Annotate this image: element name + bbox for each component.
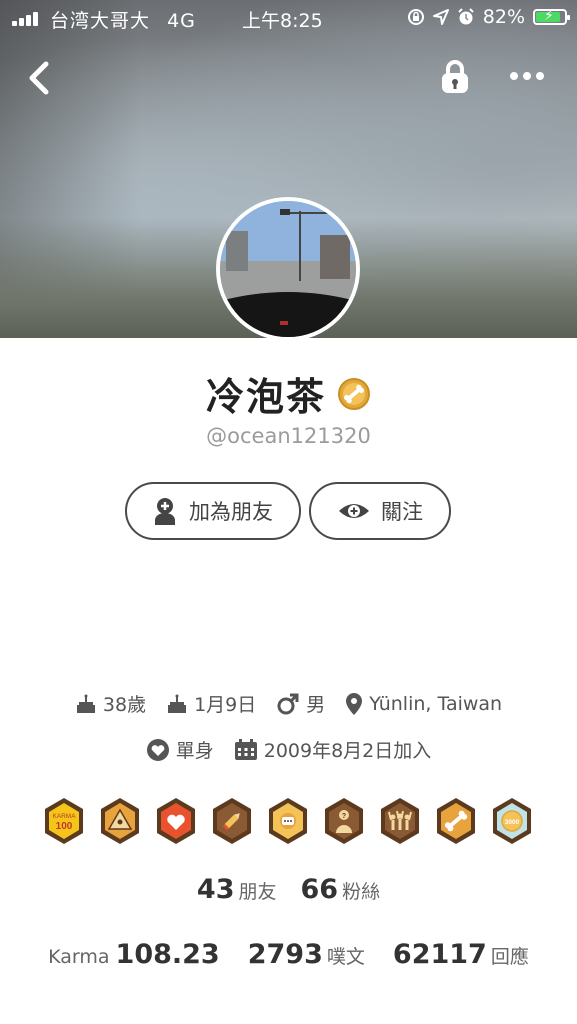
- fans-stat[interactable]: 66 粉絲: [301, 874, 381, 905]
- question-person-badge-icon[interactable]: ?: [323, 797, 365, 845]
- birthday-text: 1月9日: [194, 694, 257, 716]
- badge-list: KARMA 100 ? 3000: [43, 797, 533, 845]
- avatar-street-photo: [220, 201, 356, 337]
- friends-stat[interactable]: 43 朋友: [197, 874, 277, 905]
- replies-stat[interactable]: 62117 回應: [393, 939, 529, 970]
- carrier-text: 台湾大哥大: [50, 10, 151, 32]
- friends-count: 43: [196, 874, 235, 905]
- birthday-item: 1月9日: [166, 690, 256, 717]
- gender-text: 男: [306, 694, 326, 716]
- bone-badge-icon[interactable]: [435, 797, 477, 845]
- posts-label: 噗文: [326, 946, 365, 968]
- joined-item: 2009年8月2日加入: [234, 736, 432, 763]
- relationship-item: 單身: [146, 736, 214, 763]
- karma-100-badge-icon[interactable]: KARMA 100: [43, 797, 85, 845]
- signal-icon: [12, 12, 42, 26]
- sun-chat-badge-icon[interactable]: [267, 797, 309, 845]
- fans-count: 66: [300, 874, 339, 905]
- alarm-icon: [458, 8, 474, 25]
- carrier-name: 台湾大哥大 4G: [50, 6, 196, 33]
- posts-stat[interactable]: 2793 噗文: [248, 939, 365, 970]
- back-button[interactable]: [22, 58, 58, 98]
- karma-badge-line1: KARMA: [52, 813, 76, 820]
- activity-stats: Karma 108.23 2793 噗文 62117 回應: [0, 939, 577, 970]
- rotation-lock-icon: [407, 9, 424, 25]
- karma-stat: Karma 108.23: [48, 939, 220, 970]
- status-right: 82% ⚡: [407, 6, 570, 28]
- heart-badge-icon[interactable]: [155, 797, 197, 845]
- add-friend-button[interactable]: 加為朋友: [125, 482, 301, 540]
- lock-icon: [442, 60, 468, 93]
- karma-label: Karma: [48, 946, 110, 968]
- replies-label: 回應: [490, 946, 529, 968]
- status-bar: 台湾大哥大 4G 上午8:25 82% ⚡: [0, 0, 577, 38]
- more-options-button[interactable]: [508, 66, 546, 86]
- profile-name-row: 冷泡茶: [0, 366, 577, 421]
- posts-count: 2793: [247, 939, 323, 970]
- battery-icon: ⚡: [533, 8, 570, 25]
- chevron-left-icon: [29, 61, 49, 95]
- age-item: 38歲: [75, 690, 146, 717]
- male-icon: [277, 693, 299, 714]
- cake-icon: [76, 694, 95, 713]
- gender-item: 男: [276, 690, 325, 717]
- profile-info-row-2: 單身 2009年8月2日加入: [0, 736, 577, 763]
- eye-pyramid-badge-icon[interactable]: [99, 797, 141, 845]
- karma-value: 108.23: [115, 939, 220, 970]
- replies-count: 62117: [392, 939, 487, 970]
- user-handle: @ocean121320: [206, 424, 371, 448]
- verified-bone-icon: [338, 377, 371, 410]
- status-time: 上午8:25: [242, 10, 323, 32]
- age-text: 38歲: [102, 694, 147, 716]
- 3000-badge-icon[interactable]: 3000: [491, 797, 533, 845]
- more-dots-icon: [510, 72, 544, 80]
- friends-label: 朋友: [238, 881, 277, 903]
- karma-badge-line2: 100: [56, 821, 73, 832]
- fans-label: 粉絲: [342, 881, 381, 903]
- joined-text: 2009年8月2日加入: [263, 740, 432, 762]
- group-cheer-badge-icon[interactable]: [379, 797, 421, 845]
- 3000-badge-text: 3000: [505, 819, 520, 826]
- location-arrow-icon: [432, 9, 449, 25]
- relationship-text: 單身: [175, 740, 214, 762]
- profile-avatar[interactable]: [216, 197, 360, 341]
- display-name: 冷泡茶: [205, 375, 326, 419]
- birthday-cake-icon: [168, 694, 187, 713]
- follow-button[interactable]: 關注: [309, 482, 451, 540]
- battery-percent: 82%: [482, 6, 525, 28]
- heart-circle-icon: [146, 738, 169, 761]
- pencil-badge-icon[interactable]: [211, 797, 253, 845]
- location-text: Yünlin, Taiwan: [369, 692, 503, 715]
- social-stats: 43 朋友 66 粉絲: [0, 874, 577, 905]
- add-person-icon: [155, 498, 175, 525]
- eye-plus-icon: [339, 504, 369, 518]
- follow-label: 關注: [381, 500, 423, 524]
- profile-info-row-1: 38歲 1月9日 男 Yünlin, Taiwan: [0, 690, 577, 717]
- location-pin-icon: [346, 692, 363, 715]
- calendar-icon: [234, 738, 257, 760]
- add-friend-label: 加為朋友: [189, 500, 273, 524]
- network-type: 4G: [167, 10, 196, 32]
- privacy-button[interactable]: [438, 58, 472, 96]
- svg-text:?: ?: [342, 813, 346, 820]
- location-item: Yünlin, Taiwan: [345, 692, 502, 716]
